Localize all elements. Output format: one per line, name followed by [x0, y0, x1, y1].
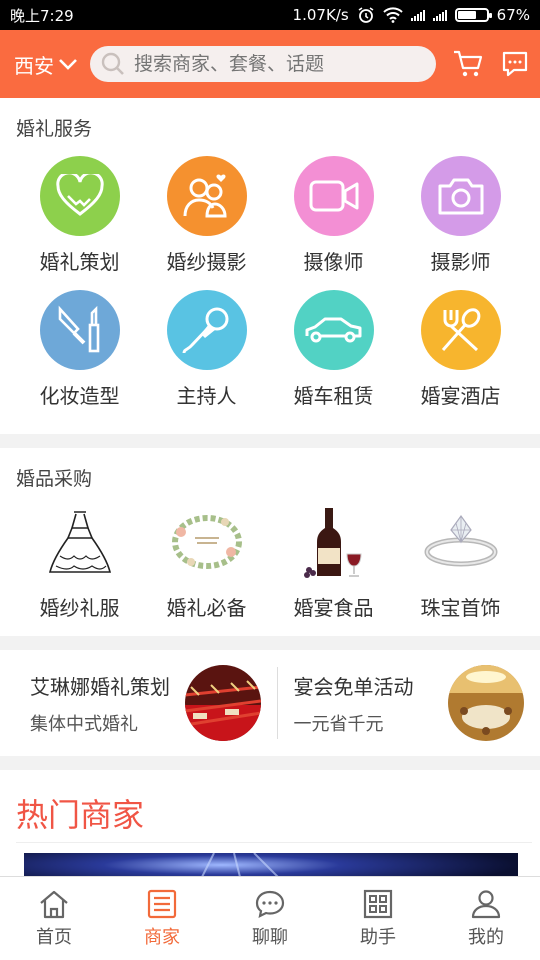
- product-wedding-dress[interactable]: 婚纱礼服: [16, 492, 143, 622]
- nav-label: 我的: [468, 926, 504, 948]
- product-jewelry[interactable]: 珠宝首饰: [397, 492, 524, 622]
- handshake-heart-icon: [39, 156, 120, 236]
- wedding-wreath-icon: [167, 502, 247, 582]
- search-bar[interactable]: [90, 46, 436, 82]
- wine-bottle-icon: [294, 502, 374, 582]
- product-banquet-food[interactable]: 婚宴食品: [270, 492, 397, 622]
- services-panel: 婚礼服务 婚礼策划 婚纱摄影 摄像师 摄影师 化妆造型 主持人 婚车租赁 婚宴酒…: [0, 98, 540, 434]
- battery-icon: [454, 8, 492, 22]
- promo-subtitle: 一元省千元: [293, 713, 384, 735]
- service-wedding-photography[interactable]: 婚纱摄影: [143, 142, 270, 276]
- promo-title: 艾琳娜婚礼策划: [30, 674, 170, 699]
- wedding-dress-icon: [40, 502, 120, 582]
- product-label: 婚礼必备: [166, 596, 247, 620]
- product-label: 珠宝首饰: [420, 596, 501, 620]
- list-icon: [147, 889, 177, 918]
- diamond-ring-icon: [421, 502, 501, 582]
- fork-spoon-icon: [420, 290, 501, 370]
- video-camera-icon: [293, 156, 374, 236]
- promo-title: 宴会免单活动: [293, 674, 414, 699]
- user-icon: [471, 889, 501, 918]
- service-label: 婚礼策划: [39, 250, 120, 274]
- couple-icon: [166, 156, 247, 236]
- products-grid: 婚纱礼服 婚礼必备 婚宴食品 珠宝首饰: [0, 492, 540, 622]
- wifi-icon: [382, 7, 403, 23]
- search-icon: [101, 52, 124, 75]
- search-input[interactable]: [134, 53, 414, 75]
- nav-label: 助手: [360, 926, 396, 948]
- chat-icon: [255, 890, 285, 918]
- section-gap: [0, 636, 540, 650]
- promo-card-banquet[interactable]: 宴会免单活动 一元省千元: [278, 650, 540, 756]
- signal-icon: [410, 9, 425, 21]
- microphone-icon: [166, 290, 247, 370]
- battery-percent: 67%: [496, 6, 530, 24]
- section-gap: [0, 756, 540, 770]
- nav-assistant[interactable]: 助手: [324, 877, 432, 960]
- city-label: 西安: [14, 53, 54, 78]
- nav-label: 聊聊: [252, 926, 288, 948]
- nav-home[interactable]: 首页: [0, 877, 108, 960]
- service-car-rental[interactable]: 婚车租赁: [270, 276, 397, 410]
- service-label: 化妆造型: [39, 384, 120, 408]
- city-selector[interactable]: 西安: [14, 50, 90, 79]
- nav-label: 首页: [36, 926, 72, 948]
- network-speed: 1.07K/s: [292, 6, 349, 24]
- status-time: 晚上7:29: [10, 6, 74, 25]
- service-label: 摄影师: [430, 250, 491, 274]
- promo-image-banquet-hall: [448, 665, 524, 741]
- car-icon: [293, 290, 374, 370]
- nav-chat[interactable]: 聊聊: [216, 877, 324, 960]
- grid-icon: [363, 889, 393, 918]
- promo-row: 艾琳娜婚礼策划 集体中式婚礼 宴会免单活动 一元省千元: [0, 650, 540, 756]
- service-label: 婚纱摄影: [166, 250, 247, 274]
- service-banquet-hotel[interactable]: 婚宴酒店: [397, 276, 524, 410]
- top-bar: 西安: [0, 30, 540, 98]
- service-label: 主持人: [176, 384, 237, 408]
- nav-profile[interactable]: 我的: [432, 877, 540, 960]
- cart-icon[interactable]: [452, 49, 484, 79]
- products-panel: 婚品采购 婚纱礼服 婚礼必备 婚宴食品 珠宝首饰: [0, 448, 540, 636]
- camera-icon: [420, 156, 501, 236]
- service-label: 婚宴酒店: [420, 384, 501, 408]
- hot-merchants-title: 热门商家: [16, 796, 145, 834]
- service-wedding-planning[interactable]: 婚礼策划: [16, 142, 143, 276]
- bottom-nav: 首页 商家 聊聊 助手 我的: [0, 876, 540, 960]
- chevron-down-icon: [59, 59, 77, 70]
- service-makeup[interactable]: 化妆造型: [16, 276, 143, 410]
- makeup-brush-icon: [39, 290, 120, 370]
- alarm-icon: [358, 7, 374, 23]
- products-title: 婚品采购: [16, 468, 93, 490]
- service-photographer[interactable]: 摄影师: [397, 142, 524, 276]
- nav-label: 商家: [144, 926, 180, 948]
- promo-card-planning[interactable]: 艾琳娜婚礼策划 集体中式婚礼: [0, 650, 277, 756]
- home-icon: [40, 890, 68, 918]
- product-wedding-essentials[interactable]: 婚礼必备: [143, 492, 270, 622]
- promo-subtitle: 集体中式婚礼: [30, 713, 138, 735]
- services-title: 婚礼服务: [16, 118, 93, 140]
- signal-icon-2: [432, 9, 447, 21]
- service-videographer[interactable]: 摄像师: [270, 142, 397, 276]
- product-label: 婚纱礼服: [39, 596, 120, 620]
- services-grid: 婚礼策划 婚纱摄影 摄像师 摄影师 化妆造型 主持人 婚车租赁 婚宴酒店: [0, 142, 540, 410]
- section-gap: [0, 434, 540, 448]
- nav-merchants[interactable]: 商家: [108, 877, 216, 960]
- service-host[interactable]: 主持人: [143, 276, 270, 410]
- service-label: 摄像师: [303, 250, 364, 274]
- message-icon[interactable]: [502, 51, 528, 77]
- service-label: 婚车租赁: [293, 384, 374, 408]
- promo-image-wedding-hall: [184, 665, 261, 741]
- divider: [16, 842, 532, 843]
- product-label: 婚宴食品: [293, 596, 374, 620]
- status-bar: 晚上7:29 1.07K/s 67%: [0, 0, 540, 30]
